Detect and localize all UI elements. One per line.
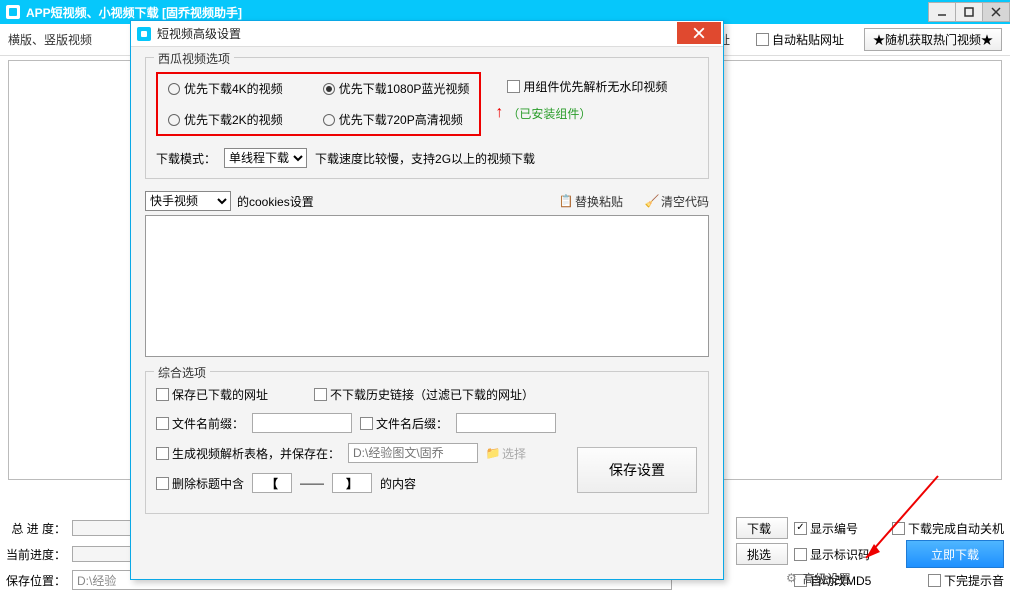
folder-icon: 📁 — [486, 446, 500, 460]
cookies-label: 的cookies设置 — [237, 193, 314, 210]
xigua-group-title: 西瓜视频选项 — [154, 50, 234, 67]
paste-replace-link[interactable]: 📋替换粘贴 — [559, 193, 623, 210]
total-progress-label: 总 进 度： — [6, 520, 66, 537]
dialog-titlebar: 短视频高级设置 — [131, 21, 723, 47]
prefix-checkbox[interactable]: 文件名前缀： — [156, 415, 244, 432]
suffix-input[interactable] — [456, 413, 556, 433]
save-downloaded-checkbox[interactable]: 保存已下载的网址 — [156, 386, 268, 403]
dashes-label: —— — [300, 476, 324, 490]
random-hot-button[interactable]: ★随机获取热门视频★ — [864, 28, 1002, 51]
mode-select[interactable]: 单线程下载 — [224, 148, 307, 168]
show-id-checkbox[interactable]: 显示标识码 — [794, 546, 870, 563]
clear-code-link[interactable]: 🧹清空代码 — [645, 193, 709, 210]
show-index-checkbox[interactable]: 显示编号 — [794, 520, 858, 537]
no-sound-checkbox[interactable]: 下完提示音 — [928, 572, 1004, 589]
pick-button[interactable]: 挑选 — [736, 543, 788, 565]
remove-title-checkbox[interactable]: 删除标题中含 — [156, 475, 244, 492]
comprehensive-group-title: 综合选项 — [154, 364, 210, 381]
mode-hint: 下载速度比较慢，支持2G以上的视频下载 — [315, 150, 535, 167]
maximize-button[interactable] — [955, 2, 983, 22]
format-label: 横版、竖版视频 — [8, 31, 92, 48]
radio-4k[interactable]: 优先下载4K的视频 — [168, 80, 283, 97]
dialog-close-button[interactable] — [677, 22, 721, 44]
download-now-button[interactable]: 立即下载 — [906, 540, 1004, 568]
bracket-right-input[interactable] — [332, 473, 372, 493]
current-progress-label: 当前进度： — [6, 546, 66, 563]
auto-paste-checkbox[interactable]: 自动粘贴网址 — [756, 31, 844, 48]
close-button[interactable] — [982, 2, 1010, 22]
gen-table-path-input[interactable] — [348, 443, 478, 463]
suffix-checkbox[interactable]: 文件名后缀： — [360, 415, 448, 432]
use-component-checkbox[interactable]: 用组件优先解析无水印视频 — [507, 78, 667, 95]
clear-icon: 🧹 — [645, 194, 659, 208]
save-settings-button[interactable]: 保存设置 — [577, 447, 697, 493]
clipboard-icon: 📋 — [559, 194, 573, 208]
app-icon — [6, 5, 20, 19]
mode-label: 下载模式： — [156, 150, 216, 167]
auto-paste-label: 自动粘贴网址 — [772, 31, 844, 48]
red-up-arrow-icon: ↑ — [495, 104, 503, 122]
radio-highlight-box: 优先下载4K的视频 优先下载2K的视频 优先下载1080P蓝光视频 优先下载72… — [156, 72, 481, 136]
save-location-label: 保存位置： — [6, 572, 66, 589]
auto-shutdown-checkbox[interactable]: 下载完成自动关机 — [892, 520, 1004, 537]
download-button[interactable]: 下载 — [736, 517, 788, 539]
remove-suffix-label: 的内容 — [380, 475, 416, 492]
gen-table-checkbox[interactable]: 生成视频解析表格，并保存在： — [156, 445, 340, 462]
radio-2k[interactable]: 优先下载2K的视频 — [168, 111, 283, 128]
advanced-settings-dialog: 短视频高级设置 西瓜视频选项 优先下载4K的视频 优先下载2K的视频 优先下载1… — [130, 20, 724, 580]
installed-label: （已安装组件） — [507, 105, 667, 122]
xigua-group: 西瓜视频选项 优先下载4K的视频 优先下载2K的视频 优先下载1080P蓝光视频… — [145, 57, 709, 179]
gear-icon: ⚙ — [786, 571, 797, 585]
select-path-link[interactable]: 📁选择 — [486, 445, 526, 462]
prefix-input[interactable] — [252, 413, 352, 433]
cookies-textarea[interactable] — [145, 215, 709, 357]
window-title: APP短视频、小视频下载 [固乔视频助手] — [26, 4, 242, 21]
dialog-title: 短视频高级设置 — [157, 25, 241, 42]
skip-history-checkbox[interactable]: 不下载历史链接（过滤已下载的网址） — [314, 386, 534, 403]
radio-720p[interactable]: 优先下载720P高清视频 — [323, 111, 470, 128]
radio-1080p[interactable]: 优先下载1080P蓝光视频 — [323, 80, 470, 97]
minimize-button[interactable] — [928, 2, 956, 22]
cookies-source-select[interactable]: 快手视频 — [145, 191, 231, 211]
bracket-left-input[interactable] — [252, 473, 292, 493]
dialog-app-icon — [137, 27, 151, 41]
advanced-settings-link[interactable]: 高级设置 — [803, 570, 851, 587]
